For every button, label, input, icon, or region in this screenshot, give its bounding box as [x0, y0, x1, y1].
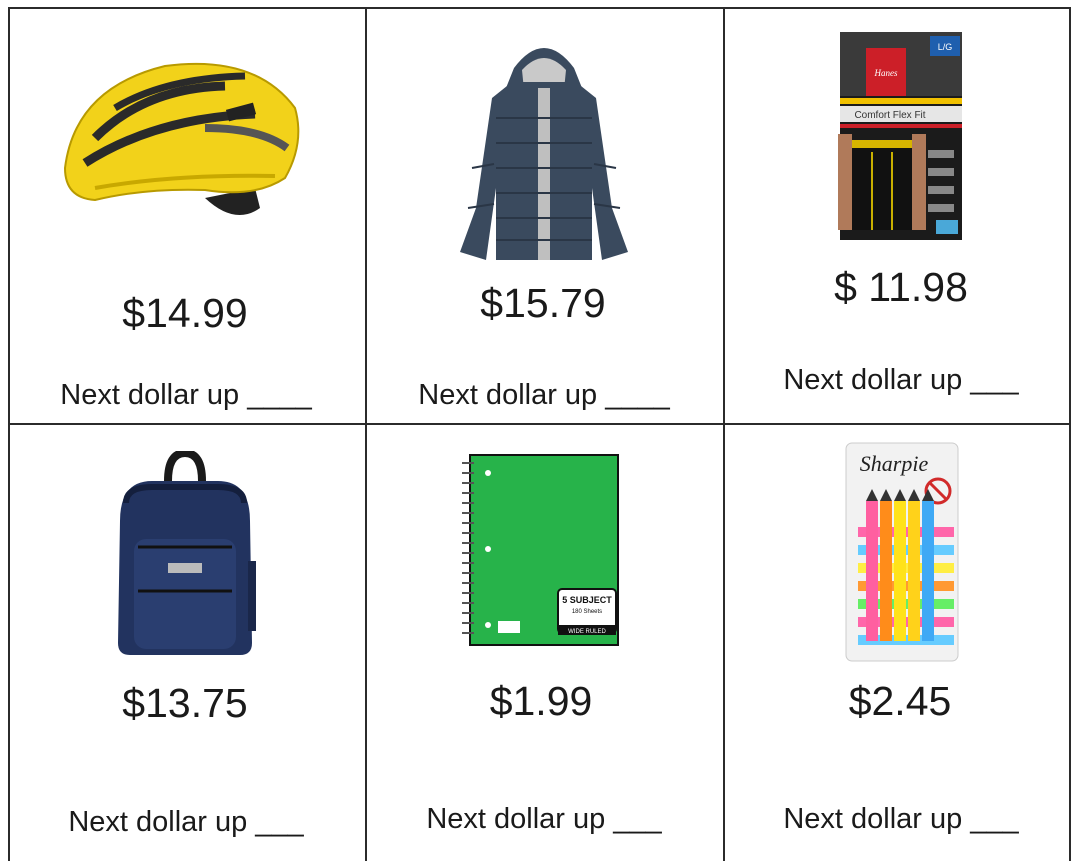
puffer-jacket-icon — [460, 48, 628, 260]
next-dollar-prompt: Next dollar up ___ — [426, 803, 662, 835]
next-dollar-prompt: Next dollar up ____ — [60, 379, 312, 411]
backpack-icon — [118, 451, 256, 655]
next-dollar-prompt: Next dollar up ___ — [783, 803, 1019, 835]
price-label: $2.45 — [848, 678, 952, 724]
price-label: $14.99 — [122, 290, 248, 336]
grid-right-border — [1069, 7, 1071, 861]
price-label: $ 11.98 — [834, 264, 968, 310]
package-brand: Sharpie — [860, 451, 929, 476]
price-label: $15.79 — [480, 280, 606, 326]
price-label: $1.99 — [489, 678, 593, 724]
price-label: $13.75 — [122, 680, 248, 726]
notebook-rule: WIDE RULED — [568, 629, 606, 635]
highlighter-pack-icon: Sharpie — [845, 442, 959, 662]
next-dollar-prompt: Next dollar up ____ — [418, 379, 670, 411]
package-brand: Hanes — [874, 68, 898, 78]
notebook-sublabel: 180 Sheets — [572, 609, 602, 615]
package-size: L/G — [938, 42, 953, 52]
package-product: Comfort Flex Fit — [854, 110, 925, 121]
grid-left-border — [8, 7, 10, 861]
next-dollar-prompt: Next dollar up ___ — [68, 806, 304, 838]
spiral-notebook-icon: 5 SUBJECT 180 Sheets WIDE RULED — [462, 454, 619, 646]
underwear-pack-icon: Hanes L/G Comfort Flex Fit — [838, 32, 962, 240]
notebook-label: 5 SUBJECT — [562, 595, 612, 605]
grid-top-border — [8, 7, 1071, 9]
next-dollar-prompt: Next dollar up ___ — [783, 364, 1019, 396]
grid-column-divider-2 — [723, 7, 725, 861]
grid-middle-rule — [8, 423, 1071, 425]
grid-column-divider-1 — [365, 7, 367, 861]
bike-helmet-icon — [63, 62, 300, 216]
